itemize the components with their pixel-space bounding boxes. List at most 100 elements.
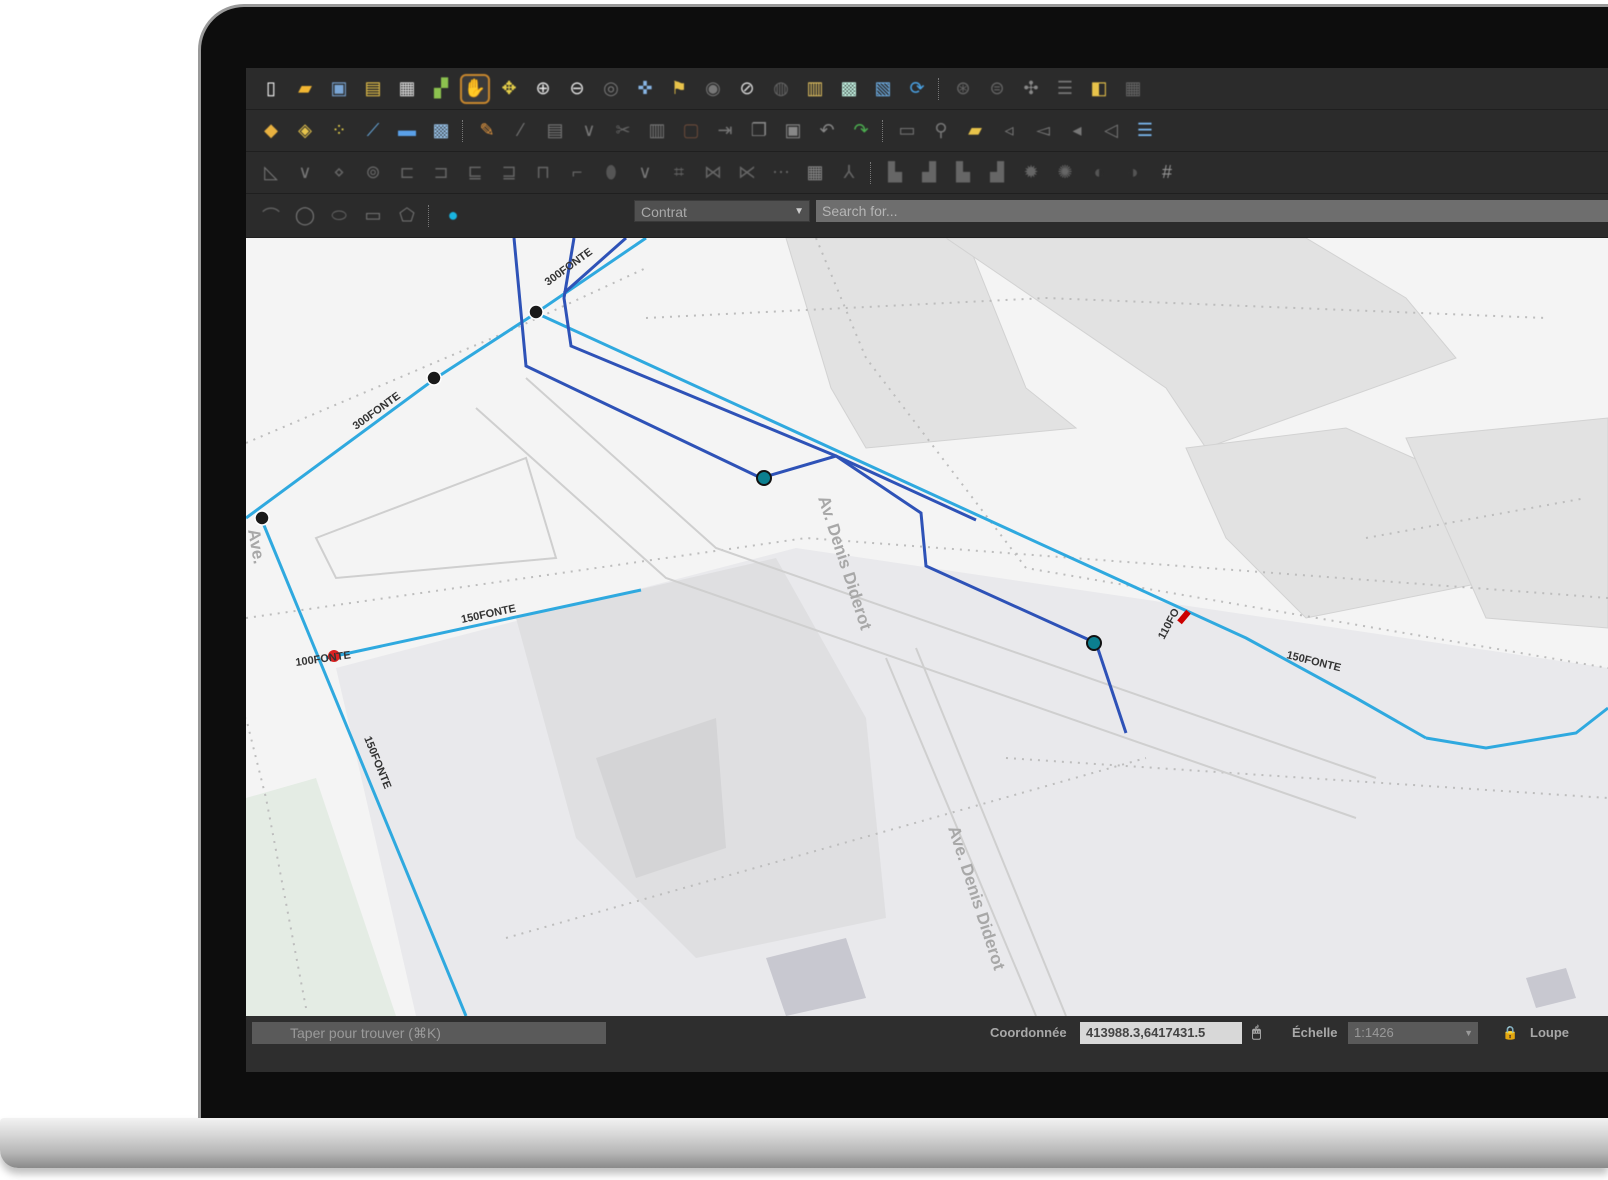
- add-line-icon[interactable]: ▬: [394, 118, 420, 144]
- delete-part-icon[interactable]: ⌗: [666, 160, 692, 186]
- zoom-next-icon[interactable]: ⊘: [734, 76, 760, 102]
- zoom-out-icon[interactable]: ⊖: [564, 76, 590, 102]
- globe-icon[interactable]: ●: [440, 203, 466, 229]
- redo-icon[interactable]: ↷: [848, 118, 874, 144]
- copy-features-icon[interactable]: ▥: [644, 118, 670, 144]
- contract-select[interactable]: Contrat ▼: [634, 200, 810, 222]
- snapping-icon[interactable]: ⅄: [836, 160, 862, 186]
- digitize-icon[interactable]: ⟋: [360, 118, 386, 144]
- style-manager-icon[interactable]: ▞: [428, 76, 454, 102]
- label-icon[interactable]: ▭: [894, 118, 920, 144]
- paste-features-icon[interactable]: ⇥: [712, 118, 738, 144]
- save-as-icon[interactable]: ▤: [360, 76, 386, 102]
- add-part-icon[interactable]: ⬮: [598, 160, 624, 186]
- zoom-full-icon[interactable]: ◎: [598, 76, 624, 102]
- rotate-feature-icon[interactable]: ⊑: [462, 160, 488, 186]
- scale-select[interactable]: 1:1426 ▼: [1348, 1022, 1478, 1044]
- reshape-icon[interactable]: ⋄: [326, 160, 352, 186]
- deselect-icon[interactable]: ☰: [1052, 76, 1078, 102]
- add-ring-icon[interactable]: ⊓: [530, 160, 556, 186]
- circle-tool-icon[interactable]: ◯: [292, 203, 318, 229]
- add-polygon-icon[interactable]: ▩: [428, 118, 454, 144]
- node-tool-icon[interactable]: ⋉: [734, 160, 760, 186]
- grid-icon[interactable]: ▦: [802, 160, 828, 186]
- delete-selected-icon[interactable]: ▢: [678, 118, 704, 144]
- open-folder-icon[interactable]: ▰: [292, 76, 318, 102]
- mouse-cursor-icon[interactable]: 🖱: [1252, 1022, 1261, 1044]
- label-pipe-300-b: 300FONTE: [351, 390, 403, 432]
- new-project-icon[interactable]: ▯: [258, 76, 284, 102]
- map-svg: 300FONTE 300FONTE 150FONTE 150FONTE 150F…: [246, 238, 1608, 1016]
- clipboard-icon[interactable]: ▣: [780, 118, 806, 144]
- locator-search-input[interactable]: Taper pour trouver (⌘K): [252, 1022, 606, 1044]
- moon-icon[interactable]: ◐: [1086, 160, 1112, 186]
- split-parts-icon[interactable]: ⋈: [700, 160, 726, 186]
- split-icon[interactable]: ⊏: [394, 160, 420, 186]
- pan-hand-icon[interactable]: ✋: [460, 73, 490, 104]
- new-bookmark-icon[interactable]: ▥: [802, 76, 828, 102]
- add-point-icon[interactable]: ⁘: [326, 118, 352, 144]
- coordinate-label: Coordonnée: [990, 1025, 1067, 1040]
- lock-icon[interactable]: 🔒: [1502, 1022, 1518, 1044]
- identify-icon[interactable]: ⊛: [950, 76, 976, 102]
- pan-to-selection-icon[interactable]: ✥: [496, 76, 522, 102]
- zoom-last-icon[interactable]: ◉: [700, 76, 726, 102]
- polygon-tool-icon[interactable]: ⬠: [394, 203, 420, 229]
- zoom-in-icon[interactable]: ⊕: [530, 76, 556, 102]
- pin-label-icon[interactable]: ⚲: [928, 118, 954, 144]
- zoom-layer-icon[interactable]: ✜: [632, 76, 658, 102]
- status-bar: Taper pour trouver (⌘K) Coordonnée 41398…: [246, 1016, 1608, 1072]
- show-bookmarks-icon[interactable]: ▩: [836, 76, 862, 102]
- save-icon[interactable]: ▣: [326, 76, 352, 102]
- copy-icon[interactable]: ❐: [746, 118, 772, 144]
- offset-curve-icon[interactable]: ⊚: [360, 160, 386, 186]
- vertex-tool-icon[interactable]: ∨: [576, 118, 602, 144]
- sun-icon[interactable]: ✹: [1018, 160, 1044, 186]
- new-map-view-icon[interactable]: ◍: [768, 76, 794, 102]
- histogram-icon[interactable]: ▙: [950, 160, 976, 186]
- chart-icon[interactable]: ▙: [882, 160, 908, 186]
- add-raster-layer-icon[interactable]: ◈: [292, 118, 318, 144]
- refresh-icon[interactable]: ▧: [870, 76, 896, 102]
- toggle-editing-icon[interactable]: ✎: [474, 118, 500, 144]
- merge-icon[interactable]: ⊐: [428, 160, 454, 186]
- bar-chart-icon[interactable]: ▟: [916, 160, 942, 186]
- pencil-icon[interactable]: ⁄: [508, 118, 534, 144]
- valve-node: [254, 510, 270, 526]
- ellipse-tool-icon[interactable]: ⬭: [326, 203, 352, 229]
- trace-icon[interactable]: ⋯: [768, 160, 794, 186]
- sun-shade-icon[interactable]: ✺: [1052, 160, 1078, 186]
- zoom-selection-icon[interactable]: ⚑: [666, 76, 692, 102]
- measure-icon[interactable]: ⊜: [984, 76, 1010, 102]
- database-icon[interactable]: ☰: [1132, 118, 1158, 144]
- laptop-base: [0, 1118, 1608, 1168]
- rectangle-tool-icon[interactable]: ▭: [360, 203, 386, 229]
- fill-ring-icon[interactable]: ⌐: [564, 160, 590, 186]
- eclipse-icon[interactable]: ◑: [1120, 160, 1146, 186]
- delete-ring-icon[interactable]: ∨: [632, 160, 658, 186]
- save-edits-icon[interactable]: ▤: [542, 118, 568, 144]
- cut-icon[interactable]: ✂: [610, 118, 636, 144]
- undo-icon[interactable]: ↶: [814, 118, 840, 144]
- vertex-editor-icon[interactable]: ∨: [292, 160, 318, 186]
- select-feature-icon[interactable]: ✣: [1018, 76, 1044, 102]
- coordinate-field[interactable]: 413988.3,6417431.5: [1080, 1022, 1242, 1044]
- rotate-label-icon[interactable]: ◅: [1030, 118, 1056, 144]
- angle-icon[interactable]: ◺: [258, 160, 284, 186]
- map-canvas[interactable]: 300FONTE 300FONTE 150FONTE 150FONTE 150F…: [246, 238, 1608, 1016]
- add-vector-layer-icon[interactable]: ◆: [258, 118, 284, 144]
- search-input[interactable]: Search for...: [816, 200, 1608, 222]
- statistics-icon[interactable]: ◧: [1086, 76, 1112, 102]
- highlight-label-icon[interactable]: ▰: [962, 118, 988, 144]
- change-label-icon[interactable]: ◂: [1064, 118, 1090, 144]
- attribute-table-icon[interactable]: ⟳: [904, 76, 930, 102]
- print-layout-icon[interactable]: ▦: [394, 76, 420, 102]
- move-label-icon[interactable]: ◃: [996, 118, 1022, 144]
- curve-tool-icon[interactable]: ⌒: [258, 203, 284, 229]
- simplify-icon[interactable]: ⊒: [496, 160, 522, 186]
- crosshair-grid-icon[interactable]: #: [1154, 160, 1180, 186]
- field-calculator-icon[interactable]: ▦: [1120, 76, 1146, 102]
- histogram-plus-icon[interactable]: ▟: [984, 160, 1010, 186]
- valve-node: [528, 304, 544, 320]
- show-label-icon[interactable]: ◁: [1098, 118, 1124, 144]
